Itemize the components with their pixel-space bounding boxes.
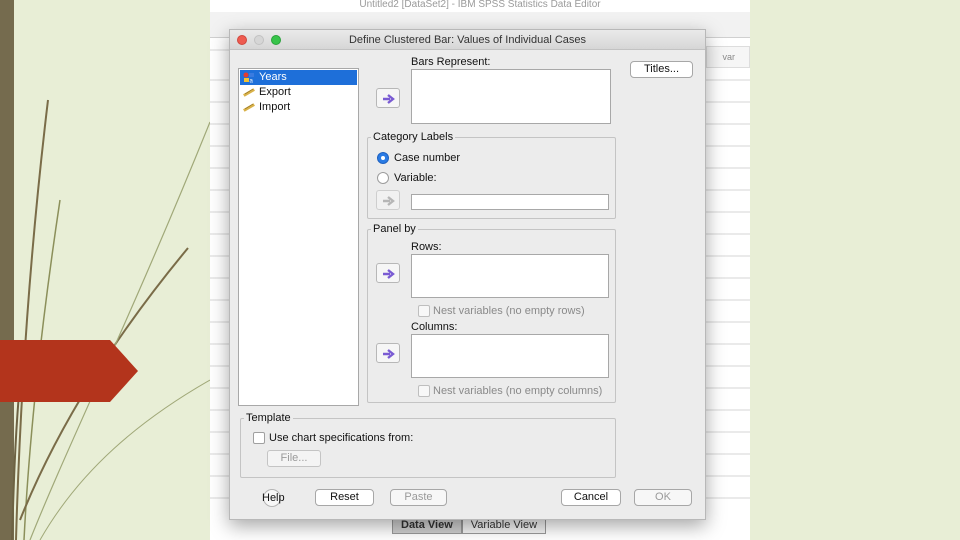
- grass-decoration: [11, 99, 210, 540]
- file-button[interactable]: File...: [267, 450, 321, 467]
- nest-rows-checkbox[interactable]: [418, 305, 430, 317]
- nominal-variable-icon: a: [243, 72, 254, 84]
- variable-item-import[interactable]: Import: [240, 100, 357, 115]
- dialog-title: Define Clustered Bar: Values of Individu…: [348, 34, 587, 46]
- use-chart-spec-checkbox[interactable]: [253, 432, 265, 444]
- right-arrow-icon: [383, 94, 395, 104]
- template-title: Template: [244, 412, 293, 424]
- paste-button[interactable]: Paste: [390, 489, 447, 506]
- variable-item-years[interactable]: a Years: [240, 70, 357, 85]
- column-header-label: var: [722, 52, 735, 62]
- move-to-bars-represent-button[interactable]: [376, 88, 400, 108]
- category-variable-field[interactable]: [411, 194, 609, 210]
- scale-variable-icon: [243, 103, 255, 112]
- grid-column-header[interactable]: var: [706, 46, 750, 68]
- ok-button[interactable]: OK: [634, 489, 692, 506]
- variable-label: Export: [259, 86, 291, 98]
- nest-rows-label: Nest variables (no empty rows): [433, 305, 585, 317]
- move-to-rows-button[interactable]: [376, 263, 400, 283]
- variable-label: Import: [259, 101, 291, 113]
- columns-listbox[interactable]: [411, 334, 609, 378]
- reset-button[interactable]: Reset: [315, 489, 374, 506]
- bars-represent-listbox[interactable]: [411, 69, 611, 124]
- case-number-radio[interactable]: [377, 152, 389, 164]
- cancel-button[interactable]: Cancel: [561, 489, 621, 506]
- move-to-columns-button[interactable]: [376, 343, 400, 363]
- titles-button[interactable]: Titles...: [630, 61, 693, 78]
- rows-label: Rows:: [411, 241, 442, 253]
- panel-by-title: Panel by: [371, 223, 418, 235]
- red-arrow-shape: [0, 340, 138, 402]
- move-to-category-variable-button[interactable]: [376, 190, 400, 210]
- variable-item-export[interactable]: Export: [240, 85, 357, 100]
- right-arrow-icon: [383, 269, 395, 279]
- right-arrow-icon: [383, 349, 395, 359]
- window-title: Untitled2 [DataSet2] - IBM SPSS Statisti…: [359, 0, 601, 10]
- variable-label: Years: [259, 71, 287, 83]
- variable-radio[interactable]: [377, 172, 389, 184]
- variable-option-label: Variable:: [394, 172, 437, 184]
- template-group: [240, 418, 616, 478]
- dialog-titlebar: Define Clustered Bar: Values of Individu…: [230, 30, 705, 50]
- nest-columns-checkbox[interactable]: [418, 385, 430, 397]
- help-button[interactable]: Help: [262, 492, 285, 504]
- case-number-label: Case number: [394, 152, 461, 164]
- bars-represent-label: Bars Represent:: [411, 56, 491, 68]
- variable-list[interactable]: a Years Export Import: [238, 68, 359, 406]
- svg-text:a: a: [250, 79, 254, 84]
- columns-label: Columns:: [411, 321, 458, 333]
- scale-variable-icon: [243, 88, 255, 97]
- use-chart-spec-label: Use chart specifications from:: [269, 432, 414, 444]
- rows-listbox[interactable]: [411, 254, 609, 298]
- right-arrow-icon: [383, 196, 395, 206]
- category-labels-title: Category Labels: [371, 131, 456, 143]
- nest-columns-label: Nest variables (no empty columns): [433, 385, 603, 397]
